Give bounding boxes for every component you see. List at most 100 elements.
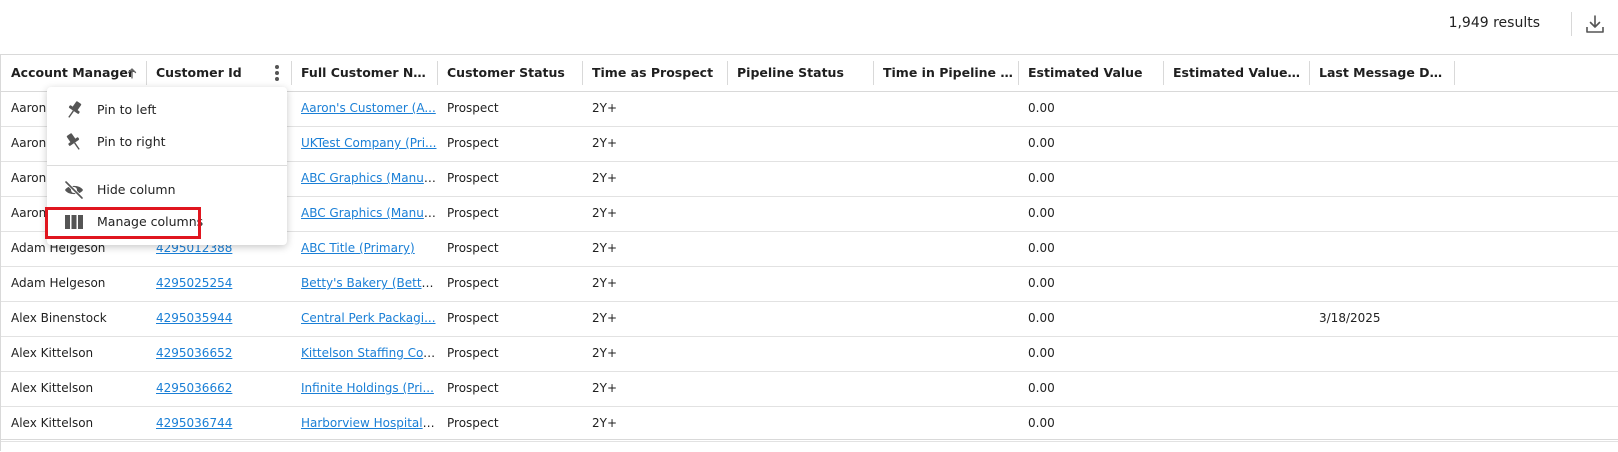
cell-id: 4295036662: [146, 371, 291, 406]
manage-columns-highlight: [45, 207, 201, 239]
cell-last-msg: [1309, 196, 1454, 231]
cell-pipeline-time: [873, 231, 1018, 266]
customer-id-link[interactable]: 4295036662: [156, 381, 232, 395]
cell-value-freq: [1163, 196, 1309, 231]
cell-name: Central Perk Packagi...: [291, 301, 437, 336]
cell-pipeline: [727, 266, 873, 301]
grid-bottom-border: [1, 439, 1618, 440]
cell-manager: Alex Binenstock: [11, 311, 107, 325]
cell-name: Infinite Holdings (Pri...: [291, 371, 437, 406]
cell-value: 0.00: [1028, 171, 1055, 185]
cell-value-freq: [1163, 91, 1309, 126]
cell-status: Prospect: [447, 241, 499, 255]
column-menu-kebab-icon[interactable]: [269, 61, 285, 85]
cell-pipeline-time: [873, 406, 1018, 441]
customer-name-link[interactable]: ABC Graphics (Manuf...: [301, 206, 437, 220]
cell-manager: Alex Kittelson: [11, 381, 94, 395]
cell-name: Harborview Hospital ...: [291, 406, 437, 441]
cell-value-freq: [1163, 371, 1309, 406]
cell-last-msg: [1309, 231, 1454, 266]
cell-time: 2Y+: [592, 381, 618, 395]
cell-pipeline: [727, 161, 873, 196]
cell-time: 2Y+: [592, 136, 618, 150]
cell-pipeline-time: [873, 196, 1018, 231]
column-header-time-as-prospect[interactable]: Time as Prospect: [582, 55, 727, 91]
cell-name: Betty's Bakery (Betty'...: [291, 266, 437, 301]
cell-status: Prospect: [447, 171, 499, 185]
arrow-up-icon[interactable]: [125, 66, 139, 80]
table-row[interactable]: Adam Helgeson 4295025254 Betty's Bakery (B…: [1, 266, 1618, 302]
cell-name: ABC Graphics (Manuf...: [291, 161, 437, 196]
customer-id-link[interactable]: 4295036652: [156, 346, 232, 360]
cell-status: Prospect: [447, 276, 499, 290]
cell-time: 2Y+: [592, 346, 618, 360]
customer-name-link[interactable]: UKTest Company (Pri...: [301, 136, 437, 150]
results-count: 1,949 results: [1448, 15, 1540, 31]
download-icon[interactable]: [1582, 12, 1608, 38]
column-header-full-customer-name[interactable]: Full Customer Name: [291, 55, 437, 91]
menu-item-pin-to-left[interactable]: Pin to left: [47, 95, 287, 125]
table-row[interactable]: Alex Binenstock 4295035944 Central Perk Pa…: [1, 301, 1618, 337]
cell-time: 2Y+: [592, 311, 618, 325]
cell-manager: Adam Helgeson: [11, 276, 106, 290]
pin-right-icon: [66, 133, 80, 150]
customer-name-link[interactable]: Aaron's Customer (A...: [301, 101, 436, 115]
customer-id-link[interactable]: 4295035944: [156, 311, 232, 325]
cell-name: ABC Title (Primary): [291, 231, 437, 266]
cell-value: 0.00: [1028, 136, 1055, 150]
cell-value-freq: [1163, 231, 1309, 266]
cell-pipeline-time: [873, 301, 1018, 336]
cell-status: Prospect: [447, 311, 499, 325]
cell-value: 0.00: [1028, 381, 1055, 395]
table-row[interactable]: Alex Kittelson 4295036652 Kittelson Staffi…: [1, 336, 1618, 372]
cell-pipeline: [727, 406, 873, 441]
cell-status: Prospect: [447, 101, 499, 115]
cell-manager: Alex Kittelson: [11, 346, 94, 360]
cell-name: Kittelson Staffing Co. ...: [291, 336, 437, 371]
column-header-estimated-value-frequency[interactable]: Estimated Value Fre...: [1163, 55, 1309, 91]
cell-value-freq: [1163, 161, 1309, 196]
menu-item-pin-to-right[interactable]: Pin to right: [47, 127, 287, 157]
cell-value-freq: [1163, 301, 1309, 336]
customer-name-link[interactable]: Infinite Holdings (Pri...: [301, 381, 434, 395]
cell-value-freq: [1163, 336, 1309, 371]
cell-value: 0.00: [1028, 346, 1055, 360]
column-separator[interactable]: [1454, 61, 1455, 85]
cell-pipeline-time: [873, 91, 1018, 126]
customer-name-link[interactable]: Central Perk Packagi...: [301, 311, 436, 325]
customer-name-link[interactable]: ABC Title (Primary): [301, 241, 415, 255]
customer-name-link[interactable]: Harborview Hospital ...: [301, 416, 437, 430]
cell-name: UKTest Company (Pri...: [291, 126, 437, 161]
column-header-estimated-value[interactable]: Estimated Value: [1018, 55, 1163, 91]
customer-name-link[interactable]: Kittelson Staffing Co. ...: [301, 346, 437, 360]
cell-status: Prospect: [447, 381, 499, 395]
cell-value-freq: [1163, 266, 1309, 301]
cell-value: 0.00: [1028, 276, 1055, 290]
cell-pipeline: [727, 91, 873, 126]
customer-id-link[interactable]: 4295036744: [156, 416, 232, 430]
column-header-time-in-pipeline-status[interactable]: Time in Pipeline Sta...: [873, 55, 1018, 91]
table-row[interactable]: Alex Kittelson 4295036662 Infinite Holding…: [1, 371, 1618, 407]
cell-pipeline: [727, 196, 873, 231]
cell-pipeline-time: [873, 336, 1018, 371]
cell-time: 2Y+: [592, 241, 618, 255]
customer-name-link[interactable]: Betty's Bakery (Betty'...: [301, 276, 437, 290]
customer-name-link[interactable]: ABC Graphics (Manuf...: [301, 171, 437, 185]
cell-id: 4295036652: [146, 336, 291, 371]
table-row[interactable]: Alex Kittelson 4295036744 Harborview Hospi…: [1, 406, 1618, 442]
customer-id-link[interactable]: 4295025254: [156, 276, 232, 290]
column-header-customer-status[interactable]: Customer Status: [437, 55, 582, 91]
cell-value: 0.00: [1028, 416, 1055, 430]
cell-value: 0.00: [1028, 101, 1055, 115]
toolbar-divider: [1571, 12, 1572, 36]
menu-item-hide-column[interactable]: Hide column: [47, 175, 287, 205]
column-header-pipeline-status[interactable]: Pipeline Status: [727, 55, 873, 91]
column-header-last-message-date[interactable]: Last Message Date: [1309, 55, 1454, 91]
cell-manager: Alex Kittelson: [11, 416, 94, 430]
cell-pipeline: [727, 301, 873, 336]
cell-last-msg: [1309, 371, 1454, 406]
cell-name: Aaron's Customer (A...: [291, 91, 437, 126]
cell-name: ABC Graphics (Manuf...: [291, 196, 437, 231]
cell-pipeline: [727, 371, 873, 406]
cell-value: 0.00: [1028, 241, 1055, 255]
